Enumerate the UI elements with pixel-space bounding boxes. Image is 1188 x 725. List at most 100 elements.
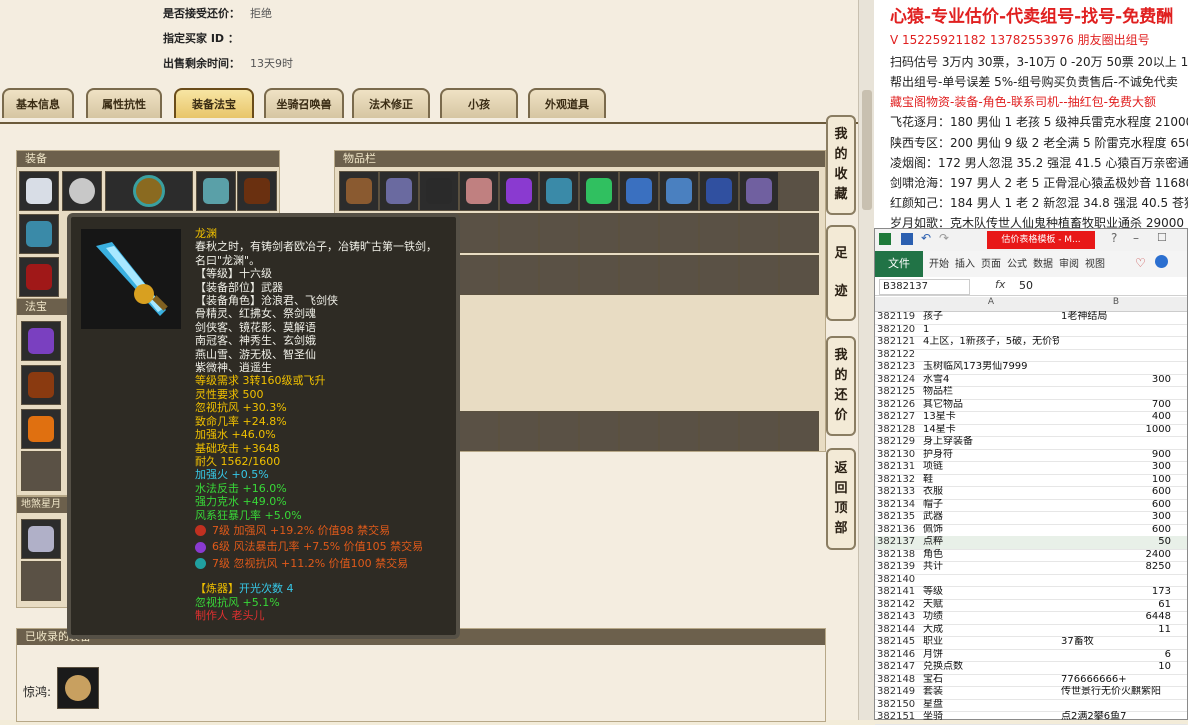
- ribbon-tab[interactable]: 开始: [929, 255, 949, 270]
- cell-a[interactable]: 14星卡: [923, 424, 1059, 437]
- cell-a[interactable]: 等级: [923, 586, 1059, 599]
- sheet-row[interactable]: 382133 衣服 600: [875, 486, 1187, 500]
- inventory-slot[interactable]: [699, 171, 739, 211]
- sheet-row[interactable]: 382151 坐骑 点2满2攀6鱼7: [875, 711, 1187, 725]
- sheet-row[interactable]: 382119 孩子 1老神结局: [875, 311, 1187, 325]
- cell-b[interactable]: 10: [1061, 661, 1171, 674]
- my-counter-offers-button[interactable]: 我的还价: [826, 336, 856, 436]
- cell-b[interactable]: 50: [1061, 536, 1171, 549]
- cell-a[interactable]: 大成: [923, 624, 1059, 637]
- sheet-row[interactable]: 382138 角色 2400: [875, 549, 1187, 562]
- sheet-row[interactable]: 382137 点粹 50: [875, 536, 1187, 550]
- cell-b[interactable]: 1老神结局: [1061, 311, 1171, 324]
- inventory-slot[interactable]: [539, 171, 579, 211]
- inventory-slot[interactable]: [579, 171, 619, 211]
- equip-slot-belt[interactable]: [19, 257, 59, 297]
- inventory-slot[interactable]: [499, 411, 539, 451]
- cell-a[interactable]: 星盘: [923, 699, 1059, 712]
- inventory-slot[interactable]: [659, 171, 699, 211]
- tab-spell-correction[interactable]: 法术修正: [352, 88, 430, 118]
- cell-a[interactable]: 衣服: [923, 486, 1059, 499]
- sheet-row[interactable]: 382129 身上穿装备: [875, 436, 1187, 450]
- sheet-row[interactable]: 382149 套装 传世景行无价火麒紫阳: [875, 686, 1187, 700]
- cell-a[interactable]: 护身符: [923, 449, 1059, 462]
- name-box[interactable]: B382137: [879, 279, 970, 295]
- inventory-slot[interactable]: [579, 213, 619, 253]
- tab-equipment-treasure[interactable]: 装备法宝: [174, 88, 254, 118]
- back-to-top-button[interactable]: 返回顶部: [826, 448, 856, 550]
- sheet-row[interactable]: 382125 物品栏: [875, 386, 1187, 400]
- tab-child[interactable]: 小孩: [440, 88, 518, 118]
- sheet-row[interactable]: 382123 玉树临风173男仙7999: [875, 361, 1187, 375]
- cell-a[interactable]: 水雪4: [923, 374, 1059, 387]
- sheet-row[interactable]: 382142 天赋 61: [875, 599, 1187, 612]
- tab-mounts-summons[interactable]: 坐骑召唤兽: [264, 88, 344, 118]
- sheet-row[interactable]: 382143 功绩 6448: [875, 611, 1187, 625]
- ribbon-tab[interactable]: 插入: [955, 255, 975, 270]
- column-header-a[interactable]: A: [923, 297, 1059, 307]
- function-icon[interactable]: fx: [995, 278, 1005, 291]
- cell-a[interactable]: 共计: [923, 561, 1059, 574]
- sheet-row[interactable]: 382140: [875, 574, 1187, 587]
- page-scrollbar[interactable]: [858, 0, 875, 720]
- inventory-slot[interactable]: [659, 255, 699, 295]
- cell-b[interactable]: 600: [1061, 499, 1171, 512]
- cell-b[interactable]: 700: [1061, 399, 1171, 412]
- cell-a[interactable]: 佩饰: [923, 524, 1059, 537]
- inventory-slot[interactable]: [739, 171, 779, 211]
- cell-a[interactable]: 兑换点数: [923, 661, 1059, 674]
- cell-b[interactable]: 900: [1061, 449, 1171, 462]
- cell-a[interactable]: 宝石: [923, 674, 1059, 687]
- inventory-slot[interactable]: [659, 213, 699, 253]
- tab-appearance[interactable]: 外观道具: [528, 88, 606, 118]
- sheet-row[interactable]: 382132 鞋 100: [875, 474, 1187, 487]
- cell-b[interactable]: 61: [1061, 599, 1171, 612]
- cell-a[interactable]: 坐骑: [923, 711, 1059, 724]
- cell-a[interactable]: 13星卡: [923, 411, 1059, 424]
- maximize-icon[interactable]: ☐: [1157, 231, 1167, 244]
- inventory-slot[interactable]: [379, 171, 419, 211]
- inventory-slot[interactable]: [619, 255, 659, 295]
- cell-a[interactable]: 4上区，1新孩子，5破，无价铁衣，孟极百万亲密，装备: [923, 336, 1059, 349]
- cell-a[interactable]: 角色: [923, 549, 1059, 562]
- column-header-b[interactable]: B: [1061, 297, 1171, 307]
- equip-slot-weapon[interactable]: [19, 214, 59, 254]
- cell-a[interactable]: 鞋: [923, 474, 1059, 487]
- sheet-row[interactable]: 382147 兑换点数 10: [875, 661, 1187, 675]
- tab-attributes[interactable]: 属性抗性: [86, 88, 162, 118]
- cell-a[interactable]: 项链: [923, 461, 1059, 474]
- cell-a[interactable]: 月饼: [923, 649, 1059, 662]
- cell-a[interactable]: 点粹: [923, 536, 1059, 549]
- inventory-slot[interactable]: [499, 213, 539, 253]
- equip-slot-helmet[interactable]: [62, 171, 102, 211]
- cell-a[interactable]: 帽子: [923, 499, 1059, 512]
- equip-slot-armor[interactable]: [19, 171, 59, 211]
- sheet-row[interactable]: 382141 等级 173: [875, 586, 1187, 600]
- ground-treasure-slot-2[interactable]: [21, 561, 61, 601]
- cell-b[interactable]: 600: [1061, 486, 1171, 499]
- scrollbar-thumb[interactable]: [862, 90, 872, 210]
- sheet-row[interactable]: 382134 帽子 600: [875, 499, 1187, 512]
- inventory-slot[interactable]: [779, 213, 819, 253]
- cell-a[interactable]: 物品栏: [923, 386, 1059, 399]
- cell-b[interactable]: 传世景行无价火麒紫阳: [1061, 686, 1171, 699]
- inventory-slot[interactable]: [619, 411, 659, 451]
- sheet-row[interactable]: 382120 1: [875, 324, 1187, 337]
- cell-b[interactable]: 1000: [1061, 424, 1171, 437]
- treasure-slot-3[interactable]: [21, 409, 61, 449]
- inventory-slot[interactable]: [699, 213, 739, 253]
- inventory-slot[interactable]: [539, 411, 579, 451]
- cell-a[interactable]: 身上穿装备: [923, 436, 1059, 449]
- sheet-row[interactable]: 382145 职业 37畜牧: [875, 636, 1187, 650]
- cell-b[interactable]: 6: [1061, 649, 1171, 662]
- inventory-slot[interactable]: [579, 255, 619, 295]
- inventory-slot[interactable]: [739, 255, 779, 295]
- footprint-button[interactable]: 足迹: [826, 225, 856, 321]
- ribbon-tab[interactable]: 审阅: [1059, 255, 1079, 270]
- help-icon[interactable]: ?: [1111, 231, 1117, 245]
- inventory-slot[interactable]: [779, 171, 819, 211]
- sheet-row[interactable]: 382131 项链 300: [875, 461, 1187, 475]
- inventory-slot[interactable]: [459, 255, 499, 295]
- cell-b[interactable]: 600: [1061, 524, 1171, 537]
- equip-slot-accessory[interactable]: [196, 171, 236, 211]
